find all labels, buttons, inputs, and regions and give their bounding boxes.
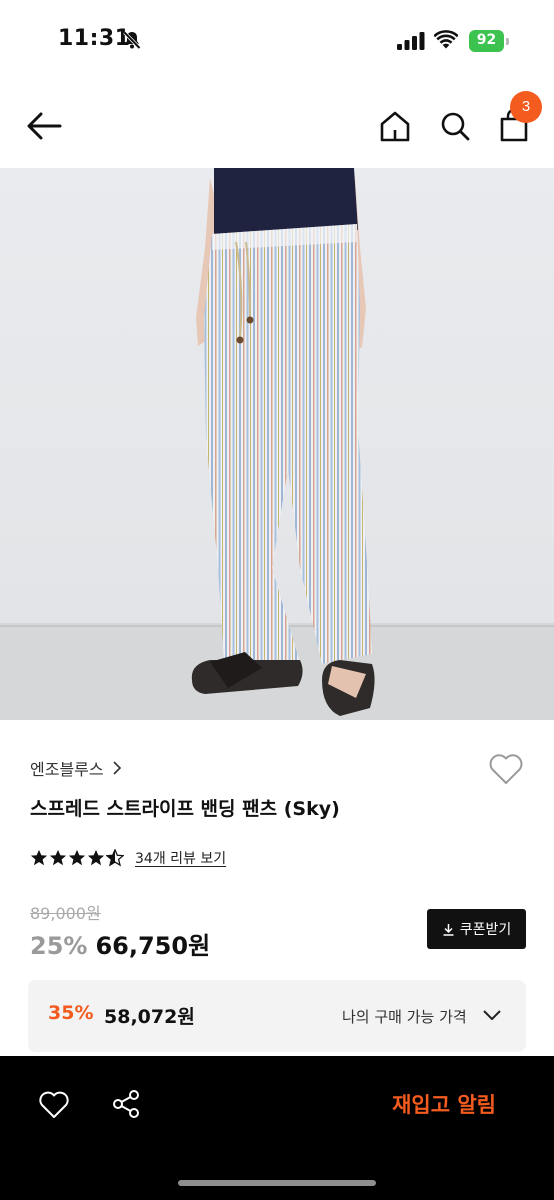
battery-level: 92 — [476, 32, 497, 48]
bell-off-icon — [123, 31, 141, 50]
original-price: 89,000원 — [30, 904, 101, 923]
my-price: 58,072원 — [104, 1006, 195, 1028]
bottom-action-bar: 재입고 알림 — [0, 1056, 554, 1200]
status-time: 11:31 — [58, 26, 131, 51]
home-icon[interactable] — [376, 106, 414, 146]
heart-icon[interactable] — [488, 752, 524, 786]
cart-badge: 3 — [510, 91, 542, 123]
product-photo — [0, 168, 554, 720]
search-icon[interactable] — [436, 106, 474, 146]
chevron-down-icon — [483, 1010, 501, 1020]
signal-icon — [397, 32, 425, 50]
battery-cap — [506, 38, 509, 45]
chevron-right-icon — [113, 761, 121, 775]
star-icon — [68, 849, 86, 866]
home-indicator[interactable] — [178, 1180, 376, 1186]
heart-icon[interactable] — [38, 1090, 70, 1120]
star-icon — [49, 849, 67, 866]
discount-rate: 25% — [30, 932, 88, 960]
sale-price: 66,750원 — [95, 932, 211, 960]
restock-alert-button[interactable]: 재입고 알림 — [360, 1082, 520, 1126]
star-half-icon — [106, 849, 124, 867]
wifi-icon — [434, 30, 458, 49]
brand-name: 엔조블루스 — [30, 760, 104, 779]
product-title: 스프레드 스트라이프 밴딩 팬츠 (Sky) — [30, 798, 340, 820]
brand-link[interactable]: 엔조블루스 — [30, 756, 122, 780]
star-icon — [30, 849, 48, 866]
my-price-label: 나의 구매 가능 가격 — [342, 1008, 467, 1026]
star-icon — [87, 849, 105, 866]
battery-icon: 92 — [469, 30, 509, 52]
back-arrow-icon[interactable] — [24, 108, 68, 144]
share-icon[interactable] — [110, 1088, 142, 1120]
my-price-dropdown[interactable]: 35% 58,072원 나의 구매 가능 가격 — [28, 980, 526, 1052]
download-icon — [443, 923, 454, 936]
review-link[interactable]: 34개 리뷰 보기 — [135, 848, 226, 868]
coupon-button[interactable]: 쿠폰받기 — [427, 909, 526, 949]
rating-row: 34개 리뷰 보기 — [30, 848, 226, 868]
my-discount-rate: 35% — [48, 1002, 94, 1024]
nav-bar — [0, 86, 554, 166]
product-image[interactable] — [0, 168, 554, 720]
status-bar: 11:31 92 — [0, 0, 554, 80]
coupon-label: 쿠폰받기 — [459, 922, 512, 938]
rating-stars — [30, 849, 125, 867]
price-row: 25% 66,750원 — [30, 926, 210, 961]
